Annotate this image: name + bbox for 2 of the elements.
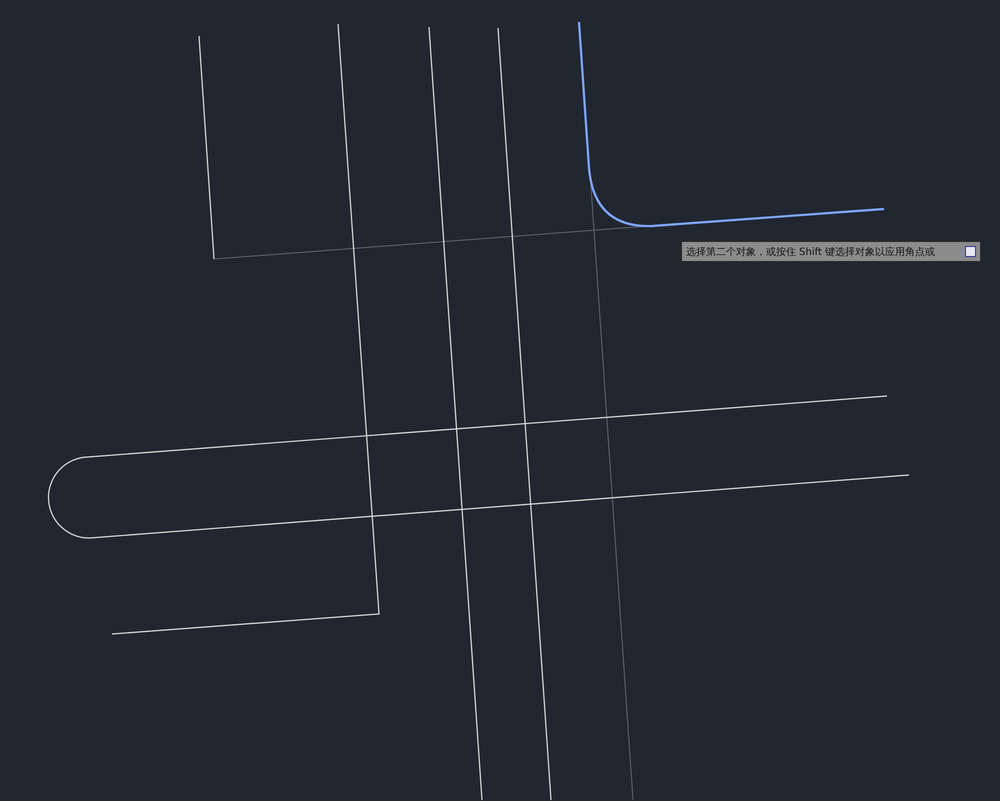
expand-icon[interactable] (965, 246, 976, 257)
tooltip-text: 选择第二个对象，或按住 Shift 键选择对象以应用角点或 (686, 246, 936, 258)
